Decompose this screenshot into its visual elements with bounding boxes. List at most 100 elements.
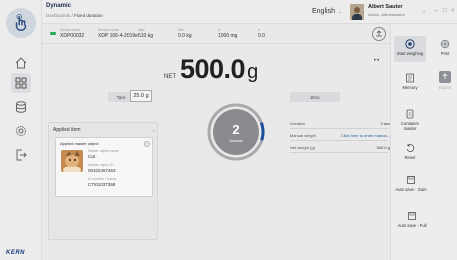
memory-label: Memory: [402, 85, 418, 90]
left-sidebar: KERN: [0, 0, 42, 260]
auto-save-gain-button[interactable]: Auto save - Gain: [394, 172, 428, 200]
info-d: d 1000 mg: [218, 28, 237, 39]
info-max: Max 510 kg: [138, 28, 153, 39]
save-icon: [407, 211, 417, 221]
info-value: XDP 106-4-2019e: [98, 33, 138, 39]
detail-manual-weight: Manual weight Click here to enter manua.…: [290, 133, 390, 138]
detail-value: 500.0 g: [376, 145, 390, 150]
save-icon: [406, 175, 416, 185]
touch-hand-icon: [15, 14, 27, 31]
detail-net-weight: Net weight (g) 500.0 g: [290, 145, 390, 150]
breadcrumb: Dashboards / Fixed duration: [46, 13, 103, 18]
home-icon: [15, 57, 27, 69]
info-value: 0.0 kg: [178, 33, 192, 39]
avatar[interactable]: [350, 4, 364, 20]
gauge-label: Seconds: [229, 139, 243, 143]
info-value: 510 kg: [138, 33, 154, 39]
stability-indicator-icon: ▸◂: [374, 57, 380, 63]
info-value: XDP00032: [60, 33, 85, 39]
chevron-up-icon[interactable]: ︿: [151, 127, 155, 133]
restore-button[interactable]: □: [443, 8, 447, 14]
nav-database[interactable]: [11, 97, 31, 117]
info-device-model: Device model XDP 106-4-2019e: [98, 28, 138, 39]
detail-value: 3 sec: [380, 121, 390, 126]
tare-value-field[interactable]: 25.0 g: [130, 90, 152, 102]
applied-item-title: Applied item: [53, 127, 81, 133]
language-select[interactable]: English ⌄: [312, 8, 342, 15]
memory-icon: [405, 73, 415, 83]
main-area: NET 500.0 g ▸◂ Tare 25.0 g Zero 2 Seconds…: [42, 44, 390, 260]
reset-label: Reset: [404, 155, 416, 160]
reset-icon: [405, 143, 415, 153]
breadcrumb-separator: /: [71, 13, 73, 18]
tare-value: 25.0: [133, 93, 145, 99]
breadcrumb-current: Fixed duration: [74, 13, 103, 18]
field-name: Master object name Cat: [88, 149, 119, 159]
auto-save-full-button[interactable]: Auto save - Full: [394, 208, 430, 232]
detail-label: Manual weight: [290, 133, 316, 138]
tare-label: Tare: [116, 94, 126, 100]
breadcrumb-parent[interactable]: Dashboards: [46, 13, 70, 18]
top-bar: Dynamic Dashboards / Fixed duration Engl…: [42, 0, 457, 24]
start-weighing-button[interactable]: Start weighing: [394, 36, 426, 62]
chevron-down-icon: ⌄: [337, 8, 343, 15]
device-info-bar: Device name XDP00032 Device model XDP 10…: [42, 24, 390, 44]
app-logo[interactable]: [6, 8, 36, 38]
app-window: KERN Dynamic Dashboards / Fixed duration…: [0, 0, 457, 260]
field-barcode: ID number / barco CTI01037368: [88, 177, 116, 187]
print-label: Print: [440, 51, 450, 56]
connection-status-indicator: [50, 32, 56, 35]
field-id: Master object ID 00102457463: [88, 163, 116, 173]
remove-icon[interactable]: ×: [144, 141, 150, 147]
card-title: Applied master object: [60, 141, 99, 146]
detail-duration: Duration 3 sec: [290, 121, 390, 126]
nav-home[interactable]: [11, 53, 31, 73]
export-label: Export: [438, 85, 452, 90]
language-value: English: [312, 8, 335, 15]
print-icon: [440, 39, 450, 49]
scale-icon: [376, 30, 382, 37]
close-button[interactable]: ×: [451, 8, 455, 14]
print-button[interactable]: Print: [435, 36, 455, 62]
tare-unit: g: [145, 93, 149, 99]
gear-icon: [16, 126, 26, 136]
divider: [290, 128, 388, 129]
nav-settings[interactable]: [11, 121, 31, 141]
detail-label: Net weight (g): [290, 145, 315, 150]
app-title: Dynamic: [46, 3, 72, 9]
auto-save-gain-label: Auto save - Gain: [395, 187, 427, 192]
logout-icon: [16, 149, 27, 161]
container-master-button[interactable]: Container master: [394, 106, 426, 132]
container-icon: [405, 109, 415, 119]
container-master-label: Container master: [400, 121, 420, 131]
weight-unit: g: [247, 61, 258, 83]
field-value: 00102457463: [88, 168, 116, 173]
memory-button[interactable]: Memory: [394, 70, 426, 96]
kern-logo: KERN: [6, 250, 26, 256]
info-value: 0.0: [258, 33, 265, 39]
database-icon: [16, 101, 26, 113]
grid-icon: [15, 77, 27, 89]
field-key: Master object ID: [88, 163, 114, 167]
info-e: e 0.0: [258, 28, 265, 39]
weight-value: 500.0: [180, 54, 246, 84]
record-icon: [405, 39, 415, 49]
action-panel: Start weighing Print Memory Export Conta…: [390, 24, 457, 260]
minimize-button[interactable]: –: [434, 8, 437, 14]
user-menu-chevron-icon[interactable]: ⌄: [422, 8, 426, 14]
zero-button[interactable]: Zero: [290, 92, 340, 102]
export-button[interactable]: Export: [435, 70, 455, 96]
user-name: Albert Sauter: [368, 4, 403, 10]
nav-logout[interactable]: [11, 145, 31, 165]
reset-button[interactable]: Reset: [394, 140, 426, 162]
nav-dashboards[interactable]: [11, 73, 31, 93]
divider: [290, 140, 388, 141]
applied-item-panel: Applied item ︿ Applied master object × M…: [48, 122, 158, 240]
gauge-count: 2: [232, 122, 240, 137]
scale-settings-button[interactable]: [372, 27, 386, 41]
field-key: Master object name: [88, 149, 119, 153]
detail-label: Duration: [290, 121, 306, 126]
manual-weight-link[interactable]: Click here to enter manua...: [341, 133, 390, 138]
master-object-image: [61, 150, 83, 172]
start-weighing-label: Start weighing: [396, 51, 424, 56]
